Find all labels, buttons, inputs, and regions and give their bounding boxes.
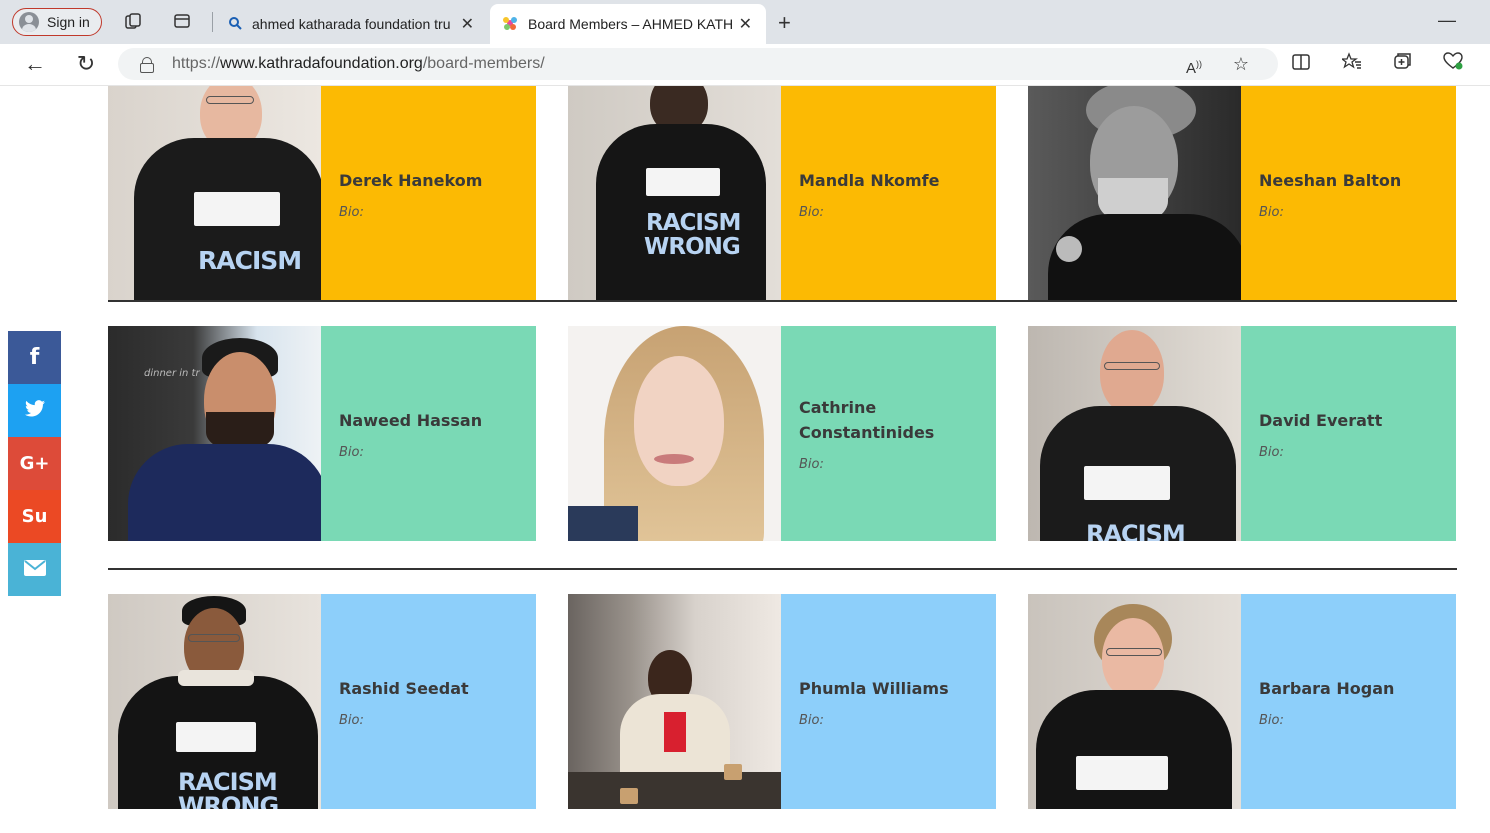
tab-actions-icon[interactable] [172,12,192,32]
board-row-1: RACISM Derek Hanekom Bio: RACISM WRONG M… [108,86,1457,301]
twitter-share-button[interactable] [8,384,61,437]
facebook-icon: f [29,345,40,370]
member-info: Naweed Hassan Bio: [321,326,536,541]
member-info: Mandla Nkomfe Bio: [781,86,996,301]
member-bio: Bio: [799,712,824,728]
close-tab-icon[interactable]: ✕ [461,14,474,34]
row-divider [108,568,1457,570]
lock-icon[interactable] [140,57,154,73]
url-host: www.kathradafoundation.org [220,55,423,72]
stumbleupon-icon: Su [21,506,48,527]
pinwheel-favicon-icon [502,15,518,34]
member-name: Neeshan Balton [1259,170,1402,190]
shirt-text: RACISM [1086,520,1186,541]
member-bio: Bio: [339,712,364,728]
member-name: Rashid Seedat [339,678,469,698]
address-bar-row: ← ↻ https://www.kathradafoundation.org/b… [0,44,1490,86]
tab-title: Board Members – AHMED KATH [528,16,734,32]
board-members-page: RACISM Derek Hanekom Bio: RACISM WRONG M… [0,86,1490,833]
member-card-neeshan-balton[interactable]: Neeshan Balton Bio: [1028,86,1456,301]
member-card-cathrine-constantinides[interactable]: Cathrine Constantinides Bio: [568,326,996,541]
url-field[interactable]: https://www.kathradafoundation.org/board… [118,48,1278,80]
avatar-icon [19,12,39,32]
member-photo: RACISM WRONG [108,594,321,809]
member-info: David Everatt Bio: [1241,326,1456,541]
member-name: Phumla Williams [799,678,949,698]
member-name: Barbara Hogan [1259,678,1395,698]
back-button[interactable]: ← [22,52,48,76]
member-bio: Bio: [339,204,364,220]
shirt-text: RACISM [646,210,741,236]
favorite-star-icon[interactable]: ☆ [1229,52,1253,76]
member-bio: Bio: [1259,204,1284,220]
member-card-rashid-seedat[interactable]: RACISM WRONG Rashid Seedat Bio: [108,594,536,809]
member-photo [568,594,781,809]
tab-search[interactable]: ahmed katharada foundation tru ✕ [220,4,488,44]
member-photo: dinner in tr [108,326,321,541]
twitter-icon [24,400,45,421]
member-card-david-everatt[interactable]: RACISM David Everatt Bio: [1028,326,1456,541]
facebook-share-button[interactable]: f [8,331,61,384]
member-info: Rashid Seedat Bio: [321,594,536,809]
member-info: Phumla Williams Bio: [781,594,996,809]
member-info: Cathrine Constantinides Bio: [781,326,996,541]
tab-separator [212,12,213,32]
board-row-3: RACISM WRONG Rashid Seedat Bio: Phumla W… [108,594,1457,809]
search-icon [228,16,242,33]
member-name: David Everatt [1259,410,1383,430]
shirt-text: WRONG [644,234,741,260]
member-name: Naweed Hassan [339,410,483,430]
favorites-list-icon[interactable] [1340,52,1364,76]
member-info: Derek Hanekom Bio: [321,86,536,301]
email-share-button[interactable] [8,543,61,596]
member-bio: Bio: [1259,444,1284,460]
member-bio: Bio: [799,457,824,472]
new-tab-button[interactable]: + [778,10,791,36]
stumbleupon-share-button[interactable]: Su [8,490,61,543]
member-bio: Bio: [339,444,364,460]
member-photo: RACISM [108,86,321,301]
minimize-window-button[interactable]: — [1438,10,1456,31]
member-name: Derek Hanekom [339,170,483,190]
google-plus-icon: G+ [19,453,50,474]
member-name: Cathrine Constantinides [799,398,935,442]
url-prefix: https:// [172,55,221,72]
member-photo [568,326,781,541]
social-share-bar: f G+ Su [8,331,61,596]
browser-essentials-icon[interactable] [1441,52,1465,76]
browser-tab-bar: Sign in ahmed katharada foundation tru ✕… [0,0,1490,44]
close-tab-icon[interactable]: ✕ [739,14,752,34]
row-divider [108,300,1457,302]
member-card-mandla-nkomfe[interactable]: RACISM WRONG Mandla Nkomfe Bio: [568,86,996,301]
shirt-text: WRONG [178,792,279,809]
board-row-2: dinner in tr Naweed Hassan Bio: Cathrine… [108,326,1457,541]
read-aloud-icon[interactable]: A)) [1182,52,1206,81]
sign-in-button[interactable]: Sign in [12,8,102,36]
member-card-barbara-hogan[interactable]: Barbara Hogan Bio: [1028,594,1456,809]
member-name: Mandla Nkomfe [799,170,940,190]
member-card-naweed-hassan[interactable]: dinner in tr Naweed Hassan Bio: [108,326,536,541]
member-bio: Bio: [1259,712,1284,728]
refresh-button[interactable]: ↻ [73,52,99,76]
email-icon [23,559,46,580]
sign-in-label: Sign in [47,14,90,30]
member-info: Barbara Hogan Bio: [1241,594,1456,809]
url-path: /board-members/ [422,55,545,72]
member-photo [1028,86,1241,301]
member-info: Neeshan Balton Bio: [1241,86,1456,301]
collections-add-icon[interactable] [1391,52,1415,76]
google-plus-share-button[interactable]: G+ [8,437,61,490]
collections-icon[interactable] [123,12,143,32]
member-bio: Bio: [799,204,824,220]
member-photo: RACISM [1028,326,1241,541]
tab-title: ahmed katharada foundation tru [252,16,451,32]
shirt-text: RACISM [198,246,302,275]
member-card-derek-hanekom[interactable]: RACISM Derek Hanekom Bio: [108,86,536,301]
chair-text: dinner in tr [144,368,200,379]
member-card-phumla-williams[interactable]: Phumla Williams Bio: [568,594,996,809]
member-photo [1028,594,1241,809]
tab-board-members[interactable]: Board Members – AHMED KATH ✕ [490,4,766,44]
member-photo: RACISM WRONG [568,86,781,301]
split-screen-icon[interactable] [1289,52,1313,76]
